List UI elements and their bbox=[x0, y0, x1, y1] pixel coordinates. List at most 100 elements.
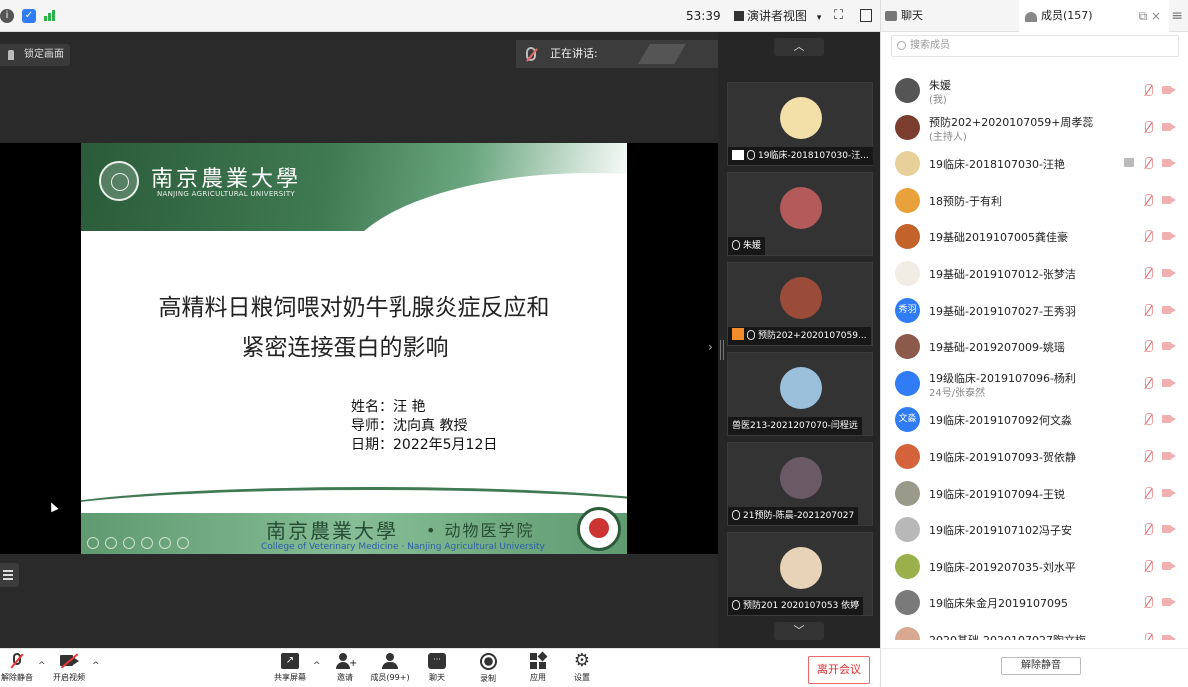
camera-off-icon[interactable] bbox=[1162, 85, 1176, 95]
security-shield-icon[interactable]: ✓ bbox=[22, 9, 36, 23]
slide-title-line-2: 紧密连接蛋白的影响 bbox=[241, 335, 449, 361]
camera-off-icon[interactable] bbox=[1162, 378, 1176, 388]
member-row[interactable]: 18预防-于有利 bbox=[881, 182, 1188, 218]
member-row[interactable]: 朱媛 (我) bbox=[881, 72, 1188, 108]
member-row[interactable]: 19临床-2019107093-贺依静 bbox=[881, 438, 1188, 474]
member-row[interactable]: 19临床朱金月2019107095 bbox=[881, 584, 1188, 620]
stage-menu-button[interactable] bbox=[0, 563, 19, 587]
gallery-scroll-down-button[interactable]: ﹀ bbox=[774, 622, 824, 640]
mic-muted-icon[interactable] bbox=[1143, 303, 1153, 317]
mic-muted-icon[interactable] bbox=[1143, 596, 1153, 609]
camera-off-icon[interactable] bbox=[1162, 195, 1176, 205]
lock-view-button[interactable]: 锁定画面 bbox=[0, 44, 70, 66]
mic-muted-icon[interactable] bbox=[1143, 559, 1153, 573]
pen-icon[interactable] bbox=[123, 537, 135, 549]
mic-muted-icon bbox=[747, 150, 755, 160]
apps-button[interactable]: 应用 bbox=[527, 651, 549, 683]
camera-off-icon[interactable] bbox=[1162, 488, 1176, 498]
camera-off-icon[interactable] bbox=[1162, 231, 1176, 241]
share-options-chevron-icon[interactable]: ^ bbox=[313, 661, 321, 671]
record-button[interactable]: 录制 bbox=[477, 653, 499, 684]
more-icon[interactable] bbox=[177, 537, 189, 549]
camera-off-icon[interactable] bbox=[1162, 524, 1176, 534]
camera-off-icon[interactable] bbox=[1162, 122, 1176, 132]
info-icon[interactable]: i bbox=[0, 9, 14, 23]
camera-off-icon[interactable] bbox=[1162, 597, 1176, 607]
view-mode-button[interactable]: 演讲者视图 ▾ bbox=[734, 7, 821, 25]
member-row[interactable]: 19基础-2019207009-姚瑶 bbox=[881, 328, 1188, 364]
camera-off-icon[interactable] bbox=[1162, 414, 1176, 424]
next-slide-icon[interactable] bbox=[105, 537, 117, 549]
tab-chat[interactable]: 聊天 bbox=[881, 0, 1019, 32]
video-tile[interactable]: 兽医213-2021207070-闫程远 bbox=[727, 352, 873, 436]
video-tile-name: 预防202+2020107059... bbox=[758, 331, 867, 341]
tab-members[interactable]: 成员(157) ⧉ × bbox=[1019, 0, 1169, 32]
gallery-resize-handle[interactable] bbox=[720, 340, 724, 360]
close-panel-icon[interactable]: ⧉ × bbox=[1139, 0, 1161, 32]
zoom-icon[interactable] bbox=[159, 537, 171, 549]
mic-muted-icon[interactable] bbox=[1143, 193, 1153, 207]
member-row[interactable]: 2020基础-2020107027陶文梅 bbox=[881, 621, 1188, 640]
video-tile[interactable]: 预防201 2020107053 依婷 bbox=[727, 532, 873, 616]
view-mode-label: 演讲者视图 bbox=[747, 9, 808, 23]
collapse-gallery-icon[interactable]: › bbox=[708, 340, 713, 354]
mic-muted-icon[interactable] bbox=[1143, 376, 1153, 390]
apps-grid-icon bbox=[529, 651, 548, 669]
audio-options-chevron-icon[interactable]: ^ bbox=[38, 661, 46, 671]
mic-muted-icon[interactable] bbox=[1143, 84, 1153, 97]
member-row[interactable]: 19临床-2018107030-汪艳 bbox=[881, 145, 1188, 181]
video-tile[interactable]: 19临床-2018107030-汪... bbox=[727, 82, 873, 166]
mic-muted-icon[interactable] bbox=[1143, 157, 1153, 170]
member-row[interactable]: 19基础-2019107012-张梦洁 bbox=[881, 255, 1188, 291]
share-screen-button[interactable]: ↗ 共享屏幕 bbox=[272, 653, 308, 683]
camera-off-icon[interactable] bbox=[1162, 451, 1176, 461]
mic-muted-icon[interactable] bbox=[1143, 120, 1153, 134]
mic-muted-icon[interactable] bbox=[1143, 267, 1153, 280]
member-row[interactable]: 19临床-2019107094-王锐 bbox=[881, 475, 1188, 511]
slide-controls[interactable] bbox=[87, 537, 195, 552]
member-avatar bbox=[895, 261, 920, 286]
camera-off-icon[interactable] bbox=[1162, 268, 1176, 278]
camera-off-icon[interactable] bbox=[1162, 341, 1176, 351]
member-search-input[interactable]: 搜索成员 bbox=[891, 35, 1179, 57]
member-avatar bbox=[895, 553, 920, 579]
fullscreen-icon[interactable]: ⛶ bbox=[834, 8, 843, 23]
video-tile[interactable]: 21预防-陈晨-2021207027 bbox=[727, 442, 873, 526]
mic-muted-icon[interactable] bbox=[1143, 486, 1153, 500]
member-row[interactable]: 文淼 19临床-2019107092何文淼 bbox=[881, 401, 1188, 437]
leave-meeting-button[interactable]: 离开会议 bbox=[808, 656, 870, 684]
panel-menu-icon[interactable]: ≡ bbox=[1171, 8, 1183, 24]
mic-muted-icon[interactable] bbox=[1143, 413, 1153, 426]
camera-off-icon[interactable] bbox=[1162, 561, 1176, 571]
video-tile[interactable]: 朱媛 bbox=[727, 172, 873, 256]
members-button[interactable]: 成员(99+) bbox=[368, 653, 412, 683]
sidebar-toggle-icon[interactable] bbox=[860, 9, 872, 22]
video-options-chevron-icon[interactable]: ^ bbox=[92, 661, 100, 671]
mic-muted-icon[interactable] bbox=[1143, 523, 1153, 536]
start-video-button[interactable]: 开启视频 bbox=[50, 653, 88, 683]
member-row[interactable]: 秀羽 19基础-2019107027-王秀羽 bbox=[881, 292, 1188, 328]
unmute-button[interactable]: 解除静音 bbox=[0, 653, 34, 683]
camera-off-icon[interactable] bbox=[1162, 634, 1176, 640]
gallery-scroll-up-button[interactable]: ︿ bbox=[774, 38, 824, 56]
chat-button[interactable]: ··· 聊天 bbox=[426, 653, 448, 683]
member-row[interactable]: 19级临床-2019107096-杨利 24号/张泰然 bbox=[881, 365, 1188, 401]
invite-button[interactable]: + 邀请 bbox=[332, 653, 358, 683]
member-row[interactable]: 预防202+2020107059+周孝蕊 (主持人) bbox=[881, 109, 1188, 145]
copy-icon[interactable] bbox=[141, 537, 153, 549]
gear-icon: ⚙ bbox=[573, 650, 591, 671]
camera-off-icon[interactable] bbox=[1162, 305, 1176, 315]
member-row[interactable]: 19临床-2019207035-刘水平 bbox=[881, 548, 1188, 584]
member-row[interactable]: 19临床-2019107102冯子安 bbox=[881, 511, 1188, 547]
camera-off-icon[interactable] bbox=[1162, 158, 1176, 168]
member-role: (主持人) bbox=[929, 131, 967, 143]
settings-button[interactable]: ⚙ 设置 bbox=[571, 650, 593, 683]
mic-muted-icon[interactable] bbox=[1143, 633, 1153, 640]
member-row[interactable]: 19基础2019107005龚佳豪 bbox=[881, 218, 1188, 254]
prev-slide-icon[interactable] bbox=[87, 537, 99, 549]
unmute-all-button[interactable]: 解除静音 bbox=[1001, 657, 1081, 675]
mic-muted-icon[interactable] bbox=[1143, 450, 1153, 463]
mic-muted-icon[interactable] bbox=[1143, 230, 1153, 243]
mic-muted-icon[interactable] bbox=[1143, 340, 1153, 353]
video-tile[interactable]: 预防202+2020107059... bbox=[727, 262, 873, 346]
